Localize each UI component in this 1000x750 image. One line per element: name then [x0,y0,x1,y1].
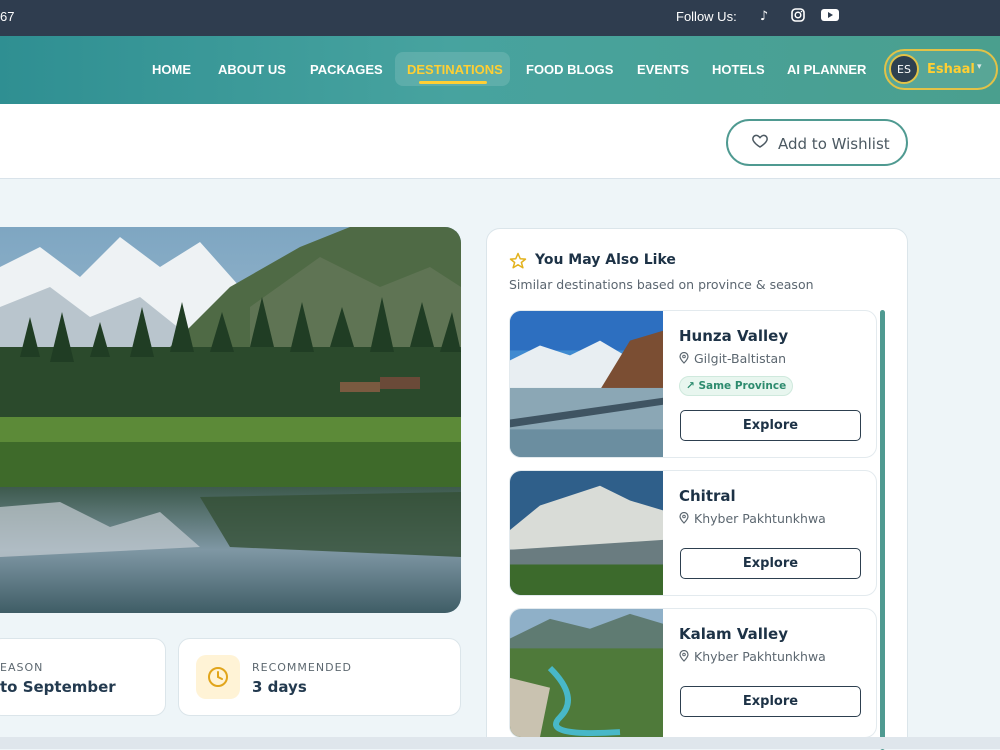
chevron-down-icon[interactable]: ▾ [977,62,982,72]
nav-destinations[interactable]: DESTINATIONS [407,62,503,77]
explore-button[interactable]: Explore [680,410,861,441]
recommended-label: RECOMMENDED [252,661,352,674]
destination-hero-image [0,227,461,613]
panel-subtitle: Similar destinations based on province &… [509,277,814,292]
heart-icon [752,134,768,148]
add-to-wishlist-button[interactable]: Add to Wishlist [726,119,908,166]
nav-home[interactable]: HOME [152,62,191,77]
nav-active-underline [419,81,487,84]
follow-us-label: Follow Us: [676,9,737,24]
destination-card[interactable]: Hunza Valley Gilgit-Baltistan ↗ Same Pro… [509,310,877,458]
nav-about-us[interactable]: ABOUT US [218,62,286,77]
season-value: to September [0,678,116,696]
destination-province: Gilgit-Baltistan [679,351,786,366]
province-text: Khyber Pakhtunkhwa [694,511,826,526]
you-may-also-like-panel: You May Also Like Similar destinations b… [486,228,908,750]
destination-province: Khyber Pakhtunkhwa [679,649,826,664]
same-province-badge: ↗ Same Province [679,376,794,396]
destination-name: Hunza Valley [679,327,789,345]
map-pin-icon [679,650,689,662]
phone-number: 67 [0,9,15,24]
kalam-valley-image [510,609,663,737]
season-card [0,638,166,716]
youtube-icon[interactable] [821,8,839,26]
destination-card[interactable]: Chitral Khyber Pakhtunkhwa Explore [509,470,877,596]
avatar[interactable]: ES [889,54,919,84]
hunza-valley-image [510,311,663,457]
explore-button[interactable]: Explore [680,548,861,579]
nav-ai-planner[interactable]: AI PLANNER [787,62,866,77]
season-label: EASON [0,661,44,674]
explore-button[interactable]: Explore [680,686,861,717]
province-text: Khyber Pakhtunkhwa [694,649,826,664]
nav-packages[interactable]: PACKAGES [310,62,383,77]
destination-card[interactable]: Kalam Valley Khyber Pakhtunkhwa Explore [509,608,877,738]
scrollbar[interactable] [880,310,885,750]
clock-icon [196,655,240,699]
nav-hotels[interactable]: HOTELS [712,62,765,77]
recommended-value: 3 days [252,678,307,696]
map-pin-icon [679,512,689,524]
province-text: Gilgit-Baltistan [694,351,787,366]
destination-name: Chitral [679,487,736,505]
nav-events[interactable]: EVENTS [637,62,689,77]
tiktok-icon[interactable]: ♪ [755,8,773,26]
panel-title: You May Also Like [535,252,676,268]
chitral-image [510,471,663,595]
destination-province: Khyber Pakhtunkhwa [679,511,826,526]
map-pin-icon [679,352,689,364]
nav-food-blogs[interactable]: FOOD BLOGS [526,62,613,77]
destination-name: Kalam Valley [679,625,789,643]
instagram-icon[interactable] [789,8,807,26]
top-bar: 67 Follow Us: ♪ [0,0,1000,36]
badge-text: Same Province [698,380,787,392]
user-name[interactable]: Eshaal [927,62,975,77]
star-icon [509,252,527,269]
taskbar-strip [0,737,1000,749]
wishlist-label: Add to Wishlist [778,135,890,153]
